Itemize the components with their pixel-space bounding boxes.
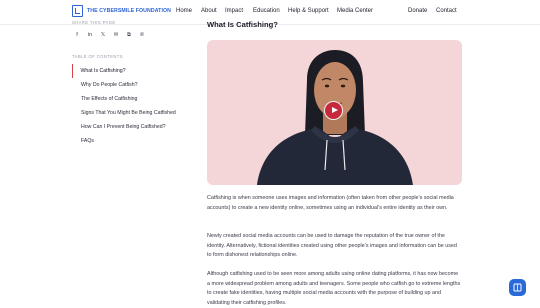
toc-item-faqs[interactable]: FAQs xyxy=(72,134,190,148)
play-button-icon[interactable] xyxy=(324,101,343,120)
share-buttons: f in 𝕏 ✉ ⧉ ℗ xyxy=(72,31,150,39)
nav-impact[interactable]: Impact xyxy=(225,8,243,14)
toc-item-what-is-catfishing[interactable]: What Is Catfishing? xyxy=(72,64,190,78)
share-label: SHARE THIS PAGE xyxy=(72,20,116,25)
nav-media-center[interactable]: Media Center xyxy=(337,8,373,14)
nav-home[interactable]: Home xyxy=(176,8,192,14)
help-chat-button[interactable] xyxy=(509,279,526,296)
toc-item-signs[interactable]: Signs That You Might Be Being Catfished xyxy=(72,106,190,120)
table-of-contents: What Is Catfishing? Why Do People Catfis… xyxy=(72,64,190,148)
x-icon[interactable]: 𝕏 xyxy=(98,31,108,39)
nav-education[interactable]: Education xyxy=(253,8,280,14)
nav-donate[interactable]: Donate xyxy=(408,8,427,14)
email-icon[interactable]: ✉ xyxy=(111,31,121,39)
toc-item-effects[interactable]: The Effects of Catfishing xyxy=(72,92,190,106)
pinterest-icon[interactable]: ℗ xyxy=(137,31,147,39)
facebook-icon[interactable]: f xyxy=(72,31,82,39)
logo-icon xyxy=(72,5,83,17)
paragraph-1: Catfishing is when someone uses images a… xyxy=(207,195,454,211)
nav-contact[interactable]: Contact xyxy=(436,8,457,14)
paragraph-3: Although catfishing used to be seen more… xyxy=(207,271,461,306)
nav-help-support[interactable]: Help & Support xyxy=(288,8,329,14)
paragraph-2: Newly created social media accounts can … xyxy=(207,233,457,258)
toc-item-why-catfish[interactable]: Why Do People Catfish? xyxy=(72,78,190,92)
copy-link-icon[interactable]: ⧉ xyxy=(124,31,134,39)
toc-item-prevent[interactable]: How Can I Prevent Being Catfished? xyxy=(72,120,190,134)
logo-text: THE CYBERSMILE FOUNDATION xyxy=(87,8,171,14)
page-title: What Is Catfishing? xyxy=(207,20,278,29)
book-icon xyxy=(513,283,522,292)
nav-about[interactable]: About xyxy=(201,8,217,14)
linkedin-icon[interactable]: in xyxy=(85,31,95,39)
logo[interactable]: THE CYBERSMILE FOUNDATION xyxy=(72,5,171,17)
toc-label: TABLE OF CONTENTS xyxy=(72,54,123,59)
